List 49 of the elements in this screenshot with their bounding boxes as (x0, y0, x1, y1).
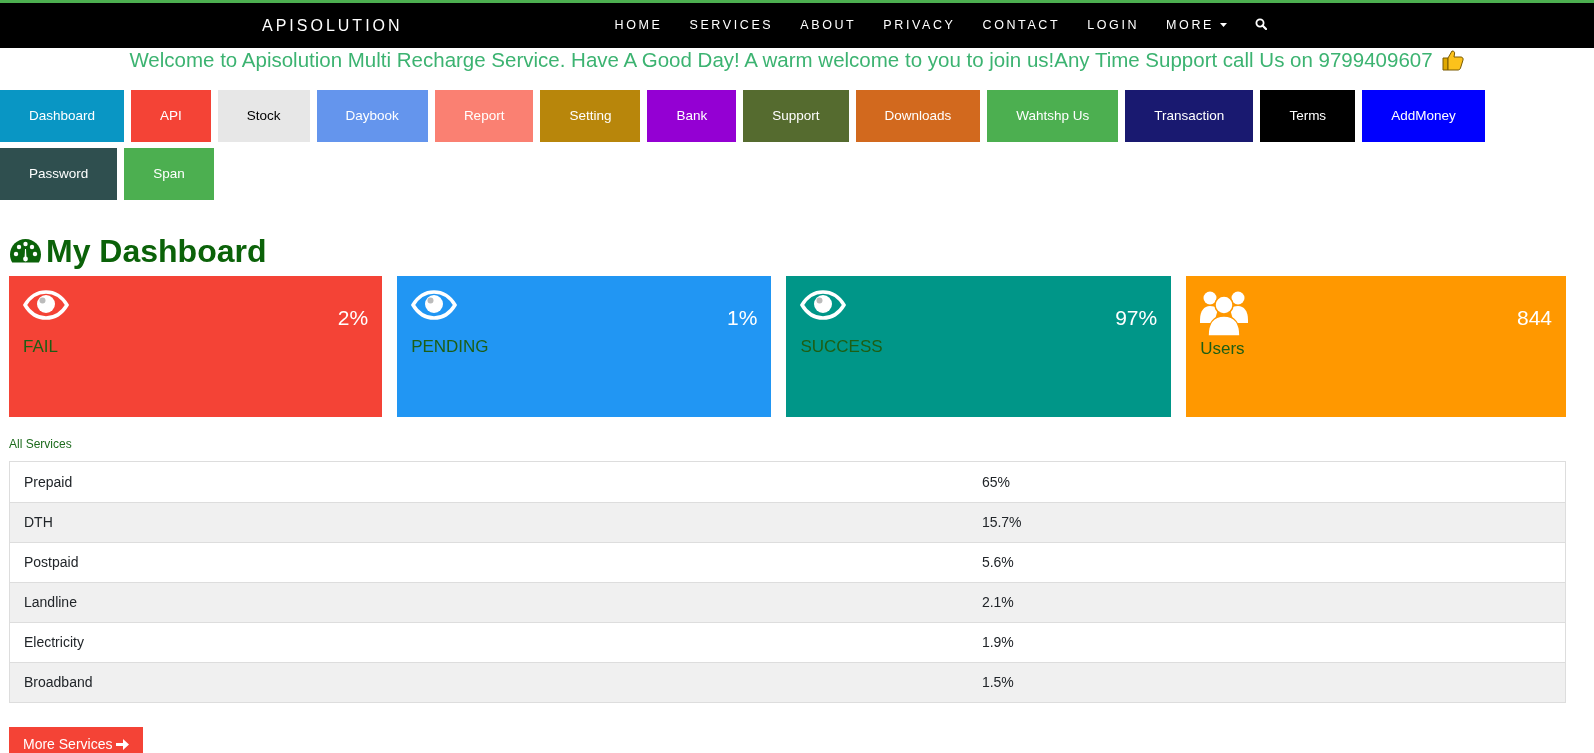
more-services-button[interactable]: More Services (9, 727, 144, 753)
table-cell: Broadband (24, 674, 93, 691)
menu-button[interactable]: AddMoney (1362, 90, 1485, 142)
welcome-text: Welcome to Apisolution Multi Recharge Service. Have A Good Day! A warm welcome to you to join us!Any Time Support call Us on 9799409607 (129, 48, 1433, 72)
table-cell: DTH (24, 514, 53, 531)
stat-label: PENDING (411, 336, 489, 356)
page-heading: My Dashboard (46, 232, 267, 271)
nav-link[interactable]: PRIVACY (883, 16, 956, 35)
stat-value: 1% (727, 305, 758, 332)
stat-value: 844 (1517, 305, 1553, 332)
stat-label: SUCCESS (800, 336, 883, 356)
menu-button[interactable]: API (131, 90, 211, 142)
table-cell: Prepaid (24, 473, 73, 490)
stat-value: 97% (1115, 305, 1158, 332)
table-cell: Landline (24, 594, 77, 611)
brand-link[interactable]: APISOLUTION (262, 13, 403, 38)
stat-label: FAIL (23, 336, 58, 356)
section-title: All Services (9, 436, 73, 454)
nav-link[interactable]: SERVICES (689, 16, 774, 35)
thumbs-up-icon (1440, 48, 1465, 72)
table-cell: 65% (981, 473, 1010, 490)
stat-value: 2% (337, 305, 369, 332)
users-icon (1200, 290, 1249, 337)
menu-button[interactable]: Support (743, 90, 849, 142)
search-icon[interactable] (1255, 17, 1267, 30)
menu-button[interactable]: Transaction (1125, 90, 1254, 142)
menu-button[interactable]: Downloads (855, 90, 981, 142)
arrow-right-icon (116, 738, 130, 750)
table-cell: 5.6% (981, 554, 1014, 571)
eye-icon (411, 290, 458, 321)
table-cell: 1.5% (981, 674, 1014, 691)
table-cell: 1.9% (981, 634, 1014, 651)
nav-link[interactable]: MORE (1166, 16, 1227, 35)
table-cell: Electricity (24, 634, 84, 651)
eye-icon (800, 290, 847, 321)
nav-link[interactable]: HOME (614, 16, 663, 35)
nav-link[interactable]: LOGIN (1087, 16, 1140, 35)
table-cell: 15.7% (981, 514, 1022, 531)
menu-button[interactable]: Password (0, 148, 118, 200)
dashboard-gauge-icon (9, 237, 42, 266)
table-cell: Postpaid (24, 554, 79, 571)
menu-button[interactable]: Bank (647, 90, 737, 142)
menu-button[interactable]: Stock (217, 90, 310, 142)
menu-button[interactable]: Terms (1260, 90, 1356, 142)
table-cell: 2.1% (981, 594, 1014, 611)
eye-icon (23, 290, 69, 321)
nav-link[interactable]: ABOUT (800, 16, 857, 35)
nav-link[interactable]: CONTACT (982, 16, 1061, 35)
stat-label: Users (1200, 339, 1245, 359)
